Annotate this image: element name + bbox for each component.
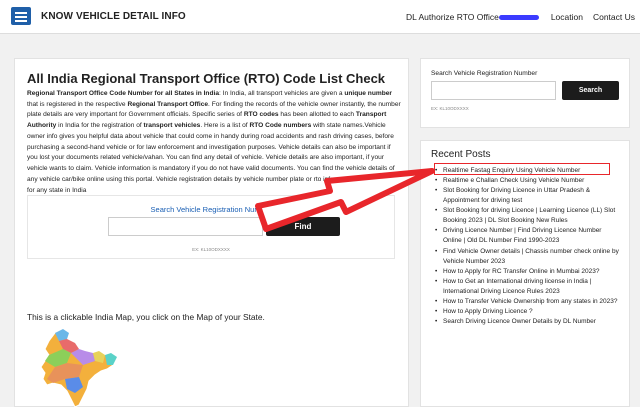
article-text-segment: transport vehicles (143, 122, 201, 130)
article-text-segment: unique number (344, 90, 392, 97)
page-title: All India Regional Transport Office (RTO… (27, 71, 386, 86)
nav-links: DL Authorize RTO Office Location Contact… (386, 12, 635, 22)
nav-link-dl-authorize-rto-office[interactable]: DL Authorize RTO Office (396, 12, 541, 22)
sidebar-search-example: EX: KL10ODXXXX (431, 106, 469, 111)
highlight-box (434, 163, 610, 175)
recent-post-link[interactable]: How to Apply Driving Licence ? (435, 307, 619, 317)
recent-post-link[interactable]: Find Vehicle Owner details | Chassis num… (435, 247, 619, 267)
article-text-segment: with state names.Vehicle owner info give… (27, 122, 401, 194)
article-text-segment: Regional Transport Office Code Number fo… (27, 90, 219, 97)
recent-posts-card: Recent Posts Realtime Fastag Enquiry Usi… (420, 140, 630, 407)
article-text-segment: Regional Transport Office (127, 100, 209, 108)
recent-post-link[interactable]: Driving Licence Number | Find Driving Li… (435, 226, 619, 246)
recent-posts-list: Realtime Fastag Enquiry Using Vehicle Nu… (435, 166, 619, 327)
main-article-card: All India Regional Transport Office (RTO… (14, 58, 409, 407)
main-search-box: Search Vehicle Registration Number Find … (27, 195, 395, 259)
state-northeast[interactable] (105, 353, 117, 365)
article-text-segment: : In India, all transport vehicles are g… (218, 90, 345, 97)
recent-post-link[interactable]: How to Transfer Vehicle Ownership from a… (435, 297, 619, 307)
menu-grid-icon[interactable] (11, 7, 31, 25)
main-search-label: Search Vehicle Registration Number (150, 205, 272, 214)
sidebar-search-label: Search Vehicle Registration Number (431, 70, 538, 77)
map-caption: This is a clickable India Map, you click… (27, 312, 265, 322)
sidebar-search-input[interactable] (431, 81, 556, 100)
recent-posts-title: Recent Posts (431, 149, 491, 160)
recent-post-link[interactable]: How to Get an International driving lice… (435, 277, 619, 297)
article-paragraph: Regional Transport Office Code Number fo… (27, 89, 401, 196)
search-button[interactable]: Search (562, 81, 619, 100)
site-brand[interactable]: KNOW VEHICLE DETAIL INFO (41, 11, 186, 22)
recent-post-link[interactable]: How to Apply for RC Transfer Online in M… (435, 267, 619, 277)
article-text-segment: RTO codes (243, 111, 279, 119)
sidebar-search-card: Search Vehicle Registration Number Searc… (420, 58, 630, 128)
article-text-segment: . Here is a list of (200, 122, 250, 130)
article-text-segment: that is registered in the respective (27, 100, 128, 108)
india-map[interactable] (27, 327, 137, 407)
recent-post-link[interactable]: Slot Booking for driving Licence | Learn… (435, 206, 619, 226)
recent-post-link[interactable]: Search Driving Licence Owner Details by … (435, 317, 619, 327)
nav-link-location[interactable]: Location (551, 12, 583, 22)
recent-post-link[interactable]: Slot Booking for Driving Licence in Utta… (435, 186, 619, 206)
find-button[interactable]: Find (266, 217, 340, 236)
nav-link-contact-us[interactable]: Contact Us (593, 12, 635, 22)
top-navbar: KNOW VEHICLE DETAIL INFO DL Authorize RT… (0, 0, 640, 34)
main-search-input[interactable] (108, 217, 263, 236)
article-text-segment: has been allotted to each (278, 111, 356, 119)
recent-post-link[interactable]: Realtime e Challan Check Using Vehicle N… (435, 176, 619, 186)
main-search-example: EX: KL10ODXXXX (192, 247, 230, 252)
article-text-segment: RTO Code numbers (249, 122, 312, 130)
redaction-scribble (498, 15, 539, 21)
article-text-segment: in India for the registration of (56, 122, 144, 130)
